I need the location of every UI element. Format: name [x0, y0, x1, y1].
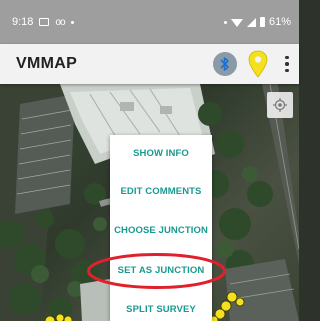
status-dot-icon [223, 20, 227, 24]
status-right: 61% [223, 16, 291, 28]
battery-icon [259, 17, 265, 27]
battery-percent: 61% [268, 16, 291, 28]
status-left: 9:18 oo [12, 16, 74, 28]
notification-dot-icon [70, 20, 74, 24]
voicemail-icon: oo [55, 16, 65, 28]
app-bar: VMMAP [0, 44, 299, 84]
location-pin-icon[interactable] [248, 50, 268, 78]
menu-item-split-survey[interactable]: SPLIT SURVEY [110, 291, 212, 321]
image-notification-icon [39, 18, 50, 26]
menu-item-set-as-junction[interactable]: SET AS JUNCTION [110, 252, 212, 288]
signal-icon [246, 17, 256, 27]
app-title: VMMAP [16, 55, 78, 72]
status-bar: 9:18 oo 61% [0, 0, 299, 44]
bluetooth-icon[interactable] [213, 52, 237, 76]
overflow-menu-icon[interactable] [279, 52, 295, 76]
status-time: 9:18 [12, 16, 34, 28]
context-menu: SHOW INFO EDIT COMMENTS CHOOSE JUNCTION … [110, 135, 212, 321]
wifi-icon [230, 19, 243, 27]
menu-item-edit-comments[interactable]: EDIT COMMENTS [110, 173, 212, 209]
menu-item-show-info[interactable]: SHOW INFO [110, 135, 212, 171]
my-location-icon[interactable] [267, 92, 293, 118]
menu-item-choose-junction[interactable]: CHOOSE JUNCTION [110, 212, 212, 248]
